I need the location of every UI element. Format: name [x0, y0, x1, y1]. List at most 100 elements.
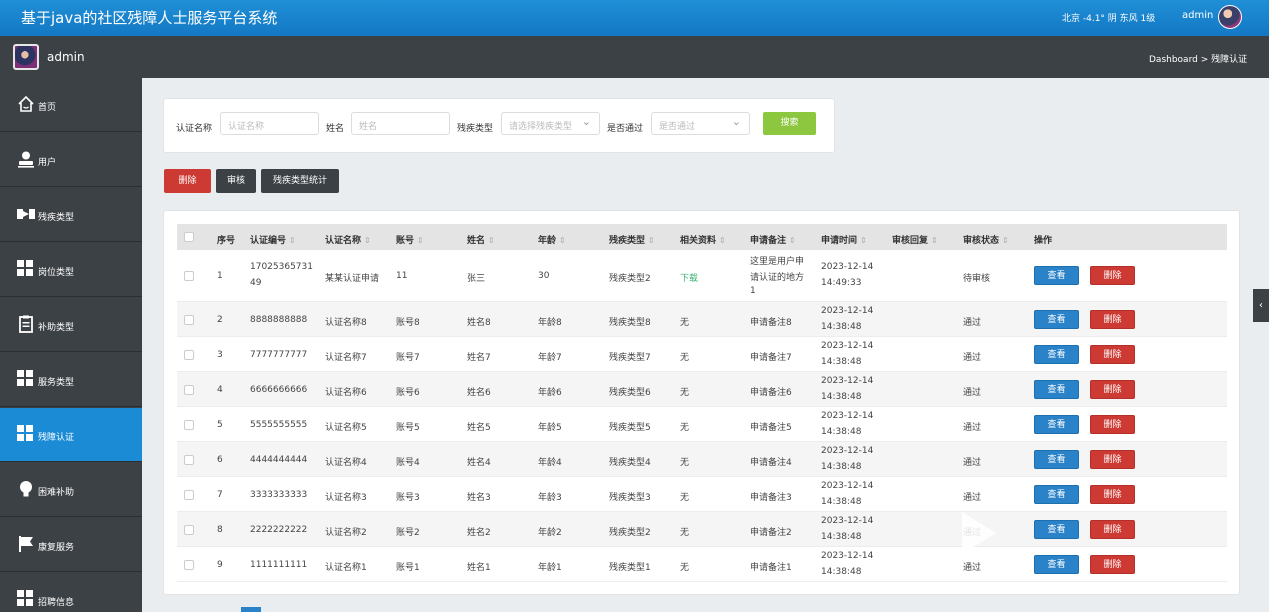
cell-apply-date: 2023-12-14 — [821, 306, 874, 316]
col-header[interactable]: 认证编号 ⇕ — [250, 233, 296, 246]
table-row: 2 8888888888 认证名称8 账号8 姓名8 年龄8 残疾类型8 无 申请备注8 2023… — [177, 302, 1227, 337]
bulk-delete-button[interactable]: 删除 — [164, 169, 211, 193]
cell-note: 1 — [750, 286, 756, 296]
cell-note: 申请备注4 — [750, 458, 792, 468]
row-checkbox[interactable] — [184, 385, 194, 395]
col-header[interactable]: 年龄 ⇕ — [538, 233, 566, 246]
row-checkbox[interactable] — [184, 420, 194, 430]
view-button[interactable]: 查看 — [1034, 555, 1079, 574]
row-checkbox[interactable] — [184, 271, 194, 281]
cell-cert-code: 8888888888 — [250, 315, 308, 325]
col-header[interactable]: 申请备注 ⇕ — [750, 233, 796, 246]
cell-disability-type: 残疾类型1 — [609, 563, 651, 573]
avatar[interactable] — [1218, 5, 1242, 29]
sidebar-item-home[interactable]: 首页 — [0, 78, 142, 132]
cell-file: 无 — [680, 493, 690, 503]
cell-age: 年龄1 — [538, 563, 562, 573]
row-checkbox[interactable] — [184, 560, 194, 570]
sidebar-item-user[interactable]: 用户 — [0, 133, 142, 187]
status-badge: 通过 — [963, 318, 982, 328]
col-header[interactable]: 认证名称 ⇕ — [325, 233, 371, 246]
view-button[interactable]: 查看 — [1034, 310, 1079, 329]
type-stats-button[interactable]: 残疾类型统计 — [261, 169, 339, 193]
view-button[interactable]: 查看 — [1034, 380, 1079, 399]
view-button[interactable]: 查看 — [1034, 415, 1079, 434]
cell-cert-name: 认证名称1 — [325, 563, 367, 573]
status-badge: 通过 — [963, 493, 982, 503]
delete-button[interactable]: 删除 — [1090, 415, 1135, 434]
sidebar-item-label: 招聘信息 — [38, 598, 75, 608]
cell-file: 无 — [680, 353, 690, 363]
user-avatar — [13, 44, 39, 70]
sub-header: admin Dashboard > 残障认证 — [0, 36, 1269, 78]
row-checkbox[interactable] — [184, 490, 194, 500]
cell-cert-name: 认证名称7 — [325, 353, 367, 363]
sidebar-item-recruitment[interactable]: 招聘信息 — [0, 573, 142, 612]
delete-button[interactable]: 删除 — [1090, 380, 1135, 399]
cert-name-input[interactable]: 认证名称 — [220, 112, 319, 135]
sidebar-item-service-type[interactable]: 服务类型 — [0, 353, 142, 407]
cell-index: 3 — [217, 350, 223, 360]
table-header: 序号 认证编号 ⇕ 认证名称 ⇕ 账号 ⇕ 姓名 ⇕ 年龄 ⇕ 残疾类型 ⇕ 相关资料 ⇕ 申… — [177, 224, 1227, 250]
delete-button[interactable]: 删除 — [1090, 485, 1135, 504]
collapse-panel-toggle[interactable]: ‹ — [1253, 289, 1269, 322]
cell-note: 申请备注5 — [750, 423, 792, 433]
col-header[interactable]: 账号 ⇕ — [396, 233, 424, 246]
cell-cert-code: 1111111111 — [250, 560, 308, 570]
disability-type-select[interactable]: 请选择残疾类型 — [501, 112, 600, 135]
row-checkbox[interactable] — [184, 525, 194, 535]
row-checkbox[interactable] — [184, 455, 194, 465]
cell-index: 7 — [217, 490, 223, 500]
view-button[interactable]: 查看 — [1034, 485, 1079, 504]
view-button[interactable]: 查看 — [1034, 345, 1079, 364]
delete-button[interactable]: 删除 — [1090, 266, 1135, 285]
sidebar-item-hardship-subsidy[interactable]: 困难补助 — [0, 463, 142, 517]
cell-cert-code: 49 — [250, 278, 262, 288]
cell-note: 申请备注2 — [750, 528, 792, 538]
table-row: 4 6666666666 认证名称6 账号6 姓名6 年龄6 残疾类型6 无 申请备注6 2023… — [177, 372, 1227, 407]
clipboard-icon — [17, 315, 35, 333]
delete-button[interactable]: 删除 — [1090, 345, 1135, 364]
header-username[interactable]: admin — [1182, 10, 1213, 21]
sidebar-item-label: 首页 — [38, 103, 57, 113]
tag-icon — [17, 205, 35, 223]
col-header[interactable]: 残疾类型 ⇕ — [609, 233, 655, 246]
sidebar-item-label: 困难补助 — [38, 488, 75, 498]
row-checkbox[interactable] — [184, 315, 194, 325]
col-header[interactable]: 审核状态 ⇕ — [963, 233, 1009, 246]
col-header[interactable]: 姓名 ⇕ — [467, 233, 495, 246]
sidebar-item-job-type[interactable]: 岗位类型 — [0, 243, 142, 297]
cell-cert-code: 6666666666 — [250, 385, 308, 395]
sidebar-item-subsidy-type[interactable]: 补助类型 — [0, 298, 142, 352]
download-link[interactable]: 下载 — [680, 271, 698, 284]
cell-account: 11 — [396, 271, 408, 281]
sort-icon: ⇕ — [860, 236, 867, 245]
cell-disability-type: 残疾类型6 — [609, 388, 651, 398]
sidebar-item-label: 用户 — [38, 158, 57, 168]
cell-apply-time: 14:38:48 — [821, 357, 862, 367]
col-header[interactable]: 申请时间 ⇕ — [821, 233, 867, 246]
search-button[interactable]: 搜索 — [763, 112, 816, 135]
table-row: 6 4444444444 认证名称4 账号4 姓名4 年龄4 残疾类型4 无 申请备注4 2023… — [177, 442, 1227, 477]
delete-button[interactable]: 删除 — [1090, 555, 1135, 574]
sidebar-item-disability-type[interactable]: 残疾类型 — [0, 188, 142, 242]
view-button[interactable]: 查看 — [1034, 266, 1079, 285]
row-checkbox[interactable] — [184, 350, 194, 360]
cell-file: 无 — [680, 423, 690, 433]
audit-button[interactable]: 审核 — [216, 169, 256, 193]
cell-account: 账号1 — [396, 563, 420, 573]
view-button[interactable]: 查看 — [1034, 450, 1079, 469]
delete-button[interactable]: 删除 — [1090, 450, 1135, 469]
sidebar-item-certification[interactable]: 残障认证 — [0, 408, 142, 462]
cell-person-name: 姓名7 — [467, 353, 491, 363]
sidebar-item-rehab-service[interactable]: 康复服务 — [0, 518, 142, 572]
col-header[interactable]: 相关资料 ⇕ — [680, 233, 726, 246]
person-name-input[interactable]: 姓名 — [351, 112, 450, 135]
pass-select[interactable]: 是否通过 — [651, 112, 750, 135]
pagination[interactable] — [241, 607, 261, 612]
delete-button[interactable]: 删除 — [1090, 310, 1135, 329]
cell-file: 无 — [680, 388, 690, 398]
select-all-checkbox[interactable] — [184, 232, 194, 242]
cell-cert-name: 认证名称4 — [325, 458, 367, 468]
col-header[interactable]: 审核回复 ⇕ — [892, 233, 938, 246]
